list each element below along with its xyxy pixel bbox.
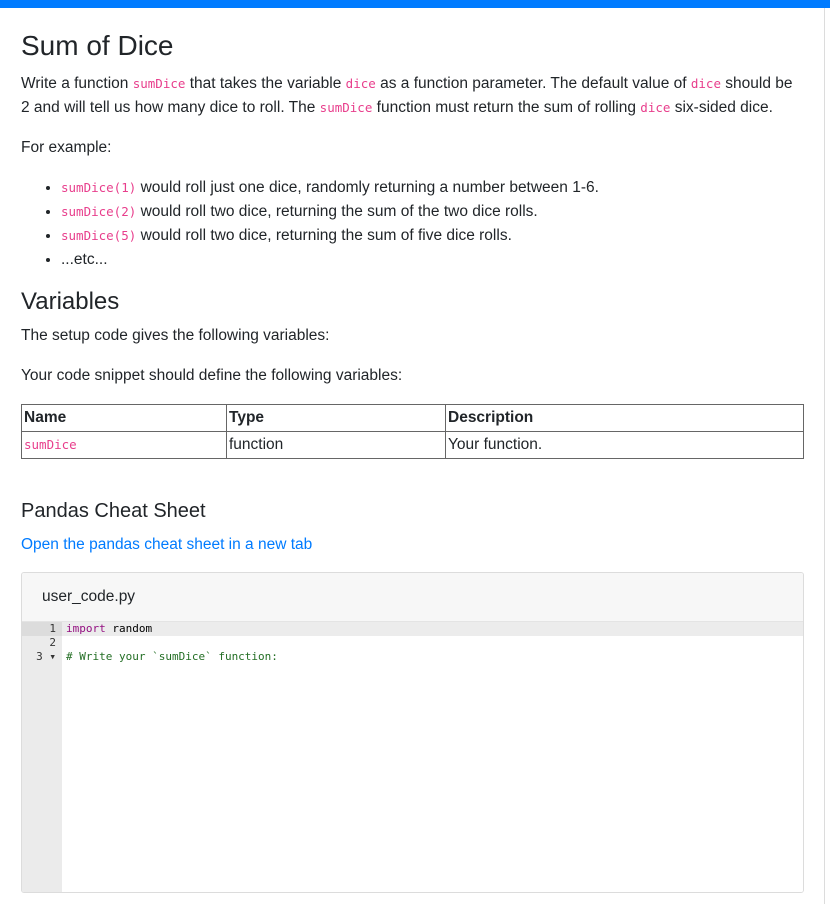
line-number-fold[interactable]: 3 ▾ — [22, 650, 62, 664]
code-line[interactable]: # Write your `sumDice` function: — [62, 650, 803, 664]
list-item-text: would roll two dice, returning the sum o… — [136, 227, 512, 244]
editor-body[interactable]: 1 2 3 ▾ import random # Write your `sumD… — [22, 622, 803, 892]
intro-paragraph: Write a function sumDice that takes the … — [21, 72, 804, 120]
inline-code: dice — [690, 76, 721, 91]
column-header-type: Type — [226, 404, 446, 432]
inline-code: sumDice(2) — [61, 204, 137, 219]
list-item: sumDice(5) would roll two dice, returnin… — [61, 224, 804, 248]
inline-code: dice — [345, 76, 376, 91]
variables-heading: Variables — [21, 288, 120, 315]
cheat-sheet-heading: Pandas Cheat Sheet — [21, 500, 206, 522]
intro-text: that takes the variable — [185, 75, 346, 92]
list-item-text: ...etc... — [61, 251, 108, 268]
list-item-text: would roll just one dice, randomly retur… — [136, 179, 599, 196]
line-number-gutter: 1 2 3 ▾ — [22, 622, 62, 892]
inline-code: sumDice — [132, 76, 186, 91]
table-header-row: Name Type Description — [21, 404, 804, 432]
intro-text: six-sided dice. — [670, 99, 773, 116]
variables-table: Name Type Description sumDice function Y… — [21, 404, 804, 459]
right-divider — [824, 8, 825, 904]
cheat-sheet-link[interactable]: Open the pandas cheat sheet in a new tab — [21, 536, 312, 553]
column-header-description: Description — [445, 404, 804, 432]
intro-text: as a function parameter. The default val… — [375, 75, 691, 92]
column-header-name: Name — [21, 404, 227, 432]
table-cell-name: sumDice — [21, 431, 227, 459]
top-accent-bar — [0, 0, 830, 8]
define-text: Your code snippet should define the foll… — [21, 367, 403, 384]
inline-code: sumDice(1) — [61, 180, 137, 195]
table-cell-description: Your function. — [445, 431, 804, 459]
list-item-text: would roll two dice, returning the sum o… — [136, 203, 538, 220]
code-keyword: import — [66, 622, 106, 635]
line-number: 2 — [49, 636, 56, 649]
code-text-area[interactable]: import random # Write your `sumDice` fun… — [62, 622, 803, 892]
table-row: sumDice function Your function. — [21, 431, 804, 459]
setup-text: The setup code gives the following varia… — [21, 327, 330, 344]
example-label: For example: — [21, 139, 112, 156]
list-item: sumDice(2) would roll two dice, returnin… — [61, 200, 804, 224]
line-number: 1 — [22, 622, 62, 636]
page-title: Sum of Dice — [21, 30, 174, 61]
problem-content: Sum of Dice Write a function sumDice tha… — [21, 8, 804, 893]
inline-code: dice — [640, 100, 671, 115]
code-editor: user_code.py 1 2 3 ▾ import random # Wri… — [21, 572, 804, 893]
intro-text: function must return the sum of rolling — [372, 99, 641, 116]
inline-code: sumDice — [24, 437, 77, 452]
inline-code: sumDice — [319, 100, 373, 115]
example-list: sumDice(1) would roll just one dice, ran… — [21, 176, 804, 272]
code-text: random — [105, 622, 153, 635]
code-line[interactable] — [62, 636, 803, 650]
list-item: sumDice(1) would roll just one dice, ran… — [61, 176, 804, 200]
code-line[interactable]: import random — [62, 622, 803, 636]
inline-code: sumDice(5) — [61, 228, 137, 243]
editor-filename: user_code.py — [22, 573, 803, 622]
table-cell-type: function — [226, 431, 446, 459]
list-item: ...etc... — [61, 248, 804, 272]
intro-text: Write a function — [21, 75, 133, 92]
